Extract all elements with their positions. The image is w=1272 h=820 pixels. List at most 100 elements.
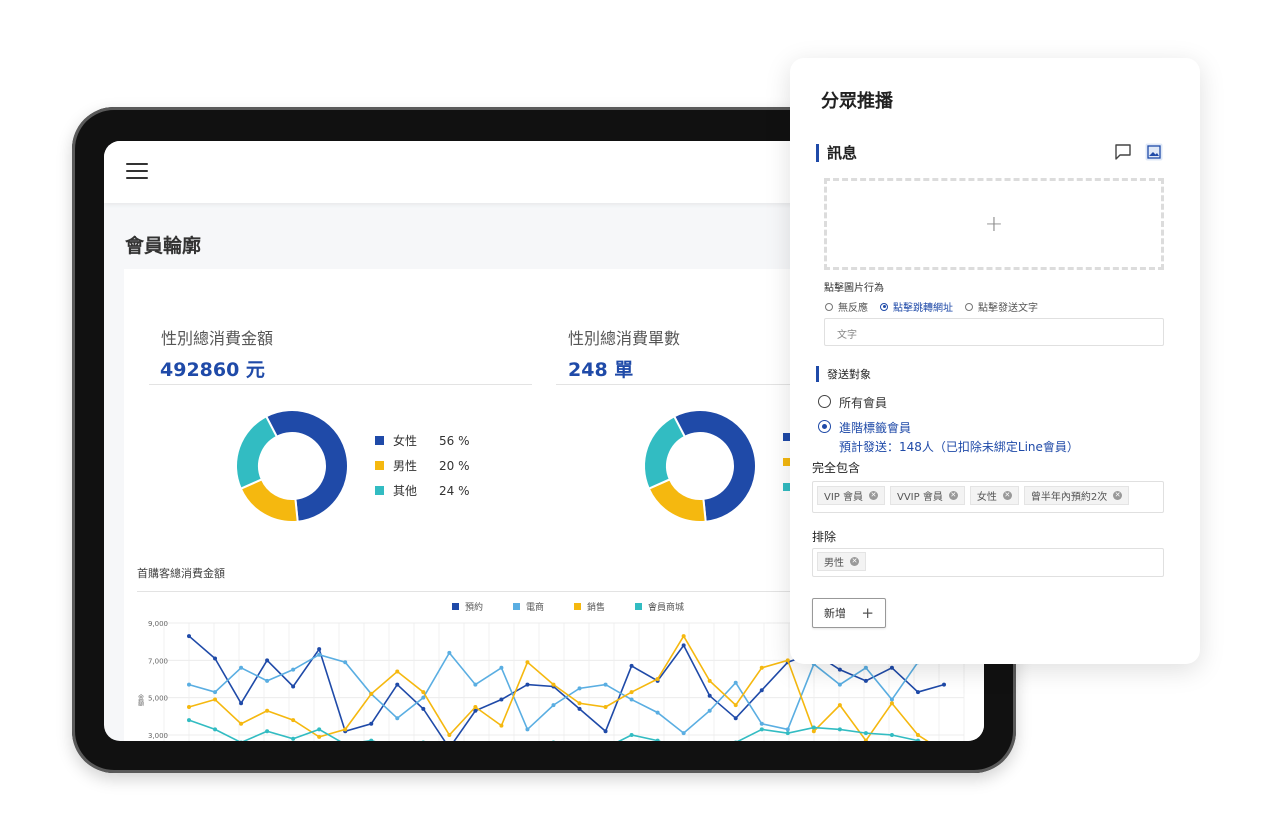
data-point [889,697,894,702]
data-point [499,697,504,702]
radio-tag-members[interactable]: 進階標籤會員 預計發送：148人（已扣除未綁定Line會員） [818,419,1079,455]
data-point [317,647,322,652]
data-point [889,665,894,670]
data-point [681,731,686,736]
remove-tag-icon[interactable]: ✕ [948,491,958,500]
data-point [239,701,244,706]
data-point [291,684,296,689]
data-point [655,738,660,741]
legend-swatch [452,603,459,610]
text-message-icon[interactable] [1114,143,1132,161]
remove-tag-icon[interactable]: ✕ [850,557,859,566]
data-point [759,721,764,726]
click-action-options: 無反應 點擊跳轉網址 點擊發送文字 [825,299,1050,314]
radio-icon [965,302,973,311]
data-point [759,688,764,693]
data-point [837,727,842,732]
data-point [265,678,270,683]
data-point [239,721,244,726]
data-point [291,718,296,723]
radio-selected-icon [818,420,831,433]
data-point [785,727,790,732]
segment-push-panel: 分眾推播 訊息 + 點擊圖片行為 無反應 點擊跳轉網址 點擊發送文字 文字 發送… [790,58,1200,664]
data-point [577,686,582,691]
stat-amount-value: 492860 元 [160,359,265,381]
legend-label: 會員商城 [648,601,684,613]
divider [149,384,532,385]
image-upload-area[interactable]: + [824,178,1164,270]
stat-orders-label: 性別總消費單數 [568,329,681,348]
data-point [863,678,868,683]
stat-amount-label: 性別總消費金額 [161,329,274,348]
data-point [343,660,348,665]
include-tags-field[interactable]: VIP 會員 ✕ VVIP 會員 ✕ 女性 ✕ 曾半年內預約2次 ✕ [812,481,1164,513]
remove-tag-icon[interactable]: ✕ [1002,491,1012,500]
data-point [213,690,218,695]
data-point [707,708,712,713]
data-point [239,665,244,670]
data-point [421,695,426,700]
plus-icon: + [861,604,874,622]
radio-selected-icon [880,302,888,311]
data-point [187,682,191,687]
radio-open-url[interactable]: 點擊跳轉網址 [880,299,953,314]
series-line [188,719,922,741]
data-point [733,716,738,721]
radio-send-text[interactable]: 點擊發送文字 [965,299,1038,314]
data-point [213,656,218,661]
data-point [889,733,894,737]
data-point [473,705,478,709]
add-button[interactable]: 新增 + [812,598,886,628]
legend-swatch [574,603,581,610]
radio-all-members[interactable]: 所有會員 [818,394,887,411]
data-point [552,740,555,741]
radio-no-action[interactable]: 無反應 [825,299,868,314]
line-legend-item: 會員商城 [635,601,684,613]
legend-percent: 24 % [439,483,470,498]
data-point [707,678,712,683]
data-point [499,723,504,728]
message-section-header: 訊息 [816,142,857,163]
legend-swatch [513,603,520,610]
line-legend-item: 銷售 [574,601,605,613]
radio-icon [818,395,831,408]
data-point [369,691,374,696]
legend-swatch [375,486,384,495]
tag-chip: VIP 會員 ✕ [817,486,885,505]
data-point [187,634,191,639]
stat-orders-value: 248 單 [568,359,634,381]
data-point [681,643,686,648]
image-message-icon[interactable] [1145,143,1163,161]
data-point [369,738,374,741]
radio-icon [825,302,833,311]
tag-label: 曾半年內預約2次 [1030,492,1108,503]
y-tick-label: 7,000 [148,657,168,665]
legend-swatch [635,603,642,610]
data-point [603,729,608,734]
tag-label: 女性 [976,492,997,503]
data-point [291,736,296,741]
panel-title: 分眾推播 [821,91,893,112]
data-point [213,727,218,732]
data-point [603,682,608,687]
series-line [188,651,919,735]
remove-tag-icon[interactable]: ✕ [1113,491,1123,500]
estimate-text: 預計發送：148人（已扣除未綁定Line會員） [839,440,1079,454]
tag-chip: VVIP 會員 ✕ [890,486,965,505]
data-point [421,690,426,695]
data-point [551,703,556,708]
data-point [915,738,920,741]
data-point [317,734,322,739]
exclude-tags-field[interactable]: 男性 ✕ [812,548,1164,577]
remove-tag-icon[interactable]: ✕ [869,491,878,500]
data-point [837,667,842,672]
hamburger-menu-icon[interactable] [126,163,148,181]
text-input[interactable]: 文字 [824,318,1164,346]
tag-label: VIP 會員 [824,492,863,503]
data-point [863,731,868,736]
data-point [681,634,686,639]
add-button-label: 新增 [824,607,846,620]
line-legend-item: 預約 [452,601,483,613]
tag-chip: 曾半年內預約2次 ✕ [1023,486,1130,505]
gender-orders-donut-chart [643,409,757,523]
